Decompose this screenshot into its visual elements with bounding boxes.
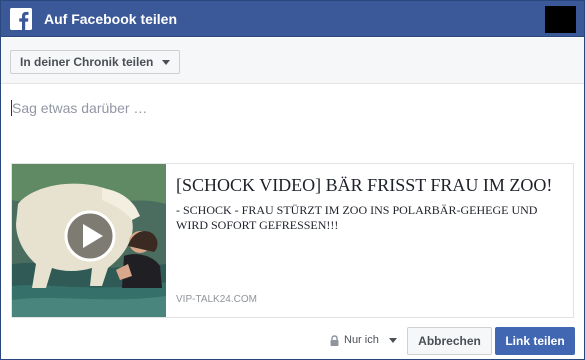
- share-toolbar: In deiner Chronik teilen: [1, 38, 584, 84]
- dialog-title: Auf Facebook teilen: [44, 11, 178, 27]
- link-domain: VIP-TALK24.COM: [176, 294, 257, 305]
- chevron-down-icon: [162, 60, 171, 65]
- header-black-box: [545, 6, 576, 33]
- cancel-button[interactable]: Abbrechen: [407, 327, 492, 355]
- dialog-footer: Nur ich Abbrechen Link teilen: [1, 321, 584, 359]
- share-destination-label: In deiner Chronik teilen: [20, 55, 154, 69]
- chevron-down-icon: [388, 337, 397, 343]
- link-thumbnail[interactable]: [12, 164, 166, 317]
- dialog-header: Auf Facebook teilen: [1, 1, 584, 37]
- share-destination-dropdown[interactable]: In deiner Chronik teilen: [10, 50, 181, 74]
- link-preview-body: [SCHOCK VIDEO] BÄR FRISST FRAU IM ZOO! -…: [176, 174, 566, 309]
- link-title[interactable]: [SCHOCK VIDEO] BÄR FRISST FRAU IM ZOO!: [176, 174, 566, 197]
- play-icon[interactable]: [12, 164, 166, 317]
- facebook-logo-icon: [10, 8, 32, 30]
- link-preview-card[interactable]: [SCHOCK VIDEO] BÄR FRISST FRAU IM ZOO! -…: [11, 163, 574, 318]
- share-dialog: Auf Facebook teilen In deiner Chronik te…: [0, 0, 585, 360]
- status-input[interactable]: [10, 97, 570, 119]
- link-description: - SCHOCK - FRAU STÜRZT IM ZOO INS POLARB…: [176, 203, 538, 232]
- lock-icon: [330, 335, 339, 346]
- privacy-selector[interactable]: Nur ich: [329, 334, 397, 346]
- composer: [1, 85, 584, 149]
- share-link-button[interactable]: Link teilen: [495, 327, 575, 355]
